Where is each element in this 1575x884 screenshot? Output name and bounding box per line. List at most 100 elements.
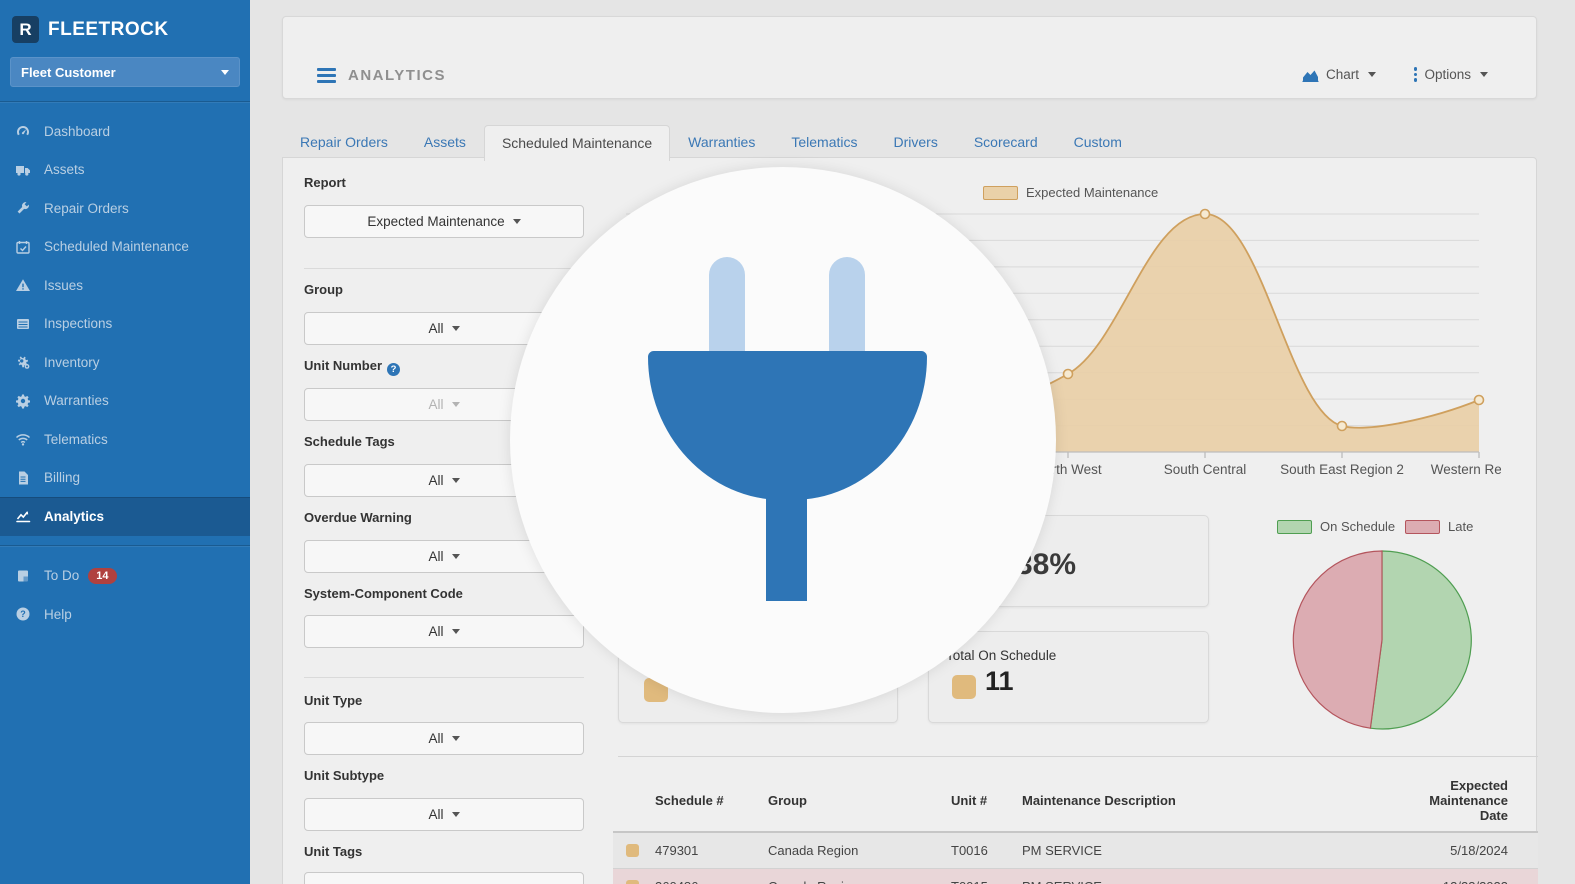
report-filter-label: Report — [304, 175, 346, 190]
sidebar-item-label: Dashboard — [44, 124, 110, 139]
sidebar-item-issues[interactable]: Issues — [0, 266, 250, 305]
sidebar-item-label: Telematics — [44, 432, 108, 447]
sidebar-item-label: Billing — [44, 470, 80, 485]
data-point-south-east-region-2[interactable] — [1338, 422, 1347, 431]
tab-assets[interactable]: Assets — [406, 124, 484, 160]
brand-name: FLEETROCK — [48, 19, 169, 41]
tab-telematics[interactable]: Telematics — [773, 124, 875, 160]
table-row[interactable]: 360486 Canada Region T0015 PM SERVICE 12… — [613, 869, 1538, 884]
wifi-icon — [15, 431, 31, 447]
unit-tags-filter-label: Unit Tags — [304, 844, 362, 859]
unit-subtype-filter-value: All — [428, 807, 443, 822]
pie-slice-on-schedule[interactable] — [1370, 551, 1471, 729]
sidebar-item-scheduled-maintenance[interactable]: Scheduled Maintenance — [0, 228, 250, 267]
sidebar-item-label: Analytics — [44, 509, 104, 524]
tab-repair-orders[interactable]: Repair Orders — [282, 124, 406, 160]
hamburger-menu-icon[interactable] — [317, 68, 336, 86]
chart-dropdown-label: Chart — [1326, 67, 1359, 82]
report-filter-select[interactable]: Expected Maintenance — [304, 205, 584, 238]
caret-down-icon — [452, 478, 460, 483]
svg-text:?: ? — [20, 609, 26, 619]
on-schedule-pie-chart — [1287, 545, 1477, 735]
caret-down-icon — [452, 812, 460, 817]
sidebar-item-help[interactable]: ? Help — [0, 595, 250, 634]
area-fill — [981, 214, 1479, 452]
pie-slice-late[interactable] — [1293, 551, 1382, 728]
sidebar-item-billing[interactable]: Billing — [0, 459, 250, 498]
options-dropdown[interactable]: Options — [1414, 67, 1488, 82]
sidebar-item-inspections[interactable]: Inspections — [0, 305, 250, 344]
tab-warranties[interactable]: Warranties — [670, 124, 773, 160]
unit-type-filter-select[interactable]: All — [304, 722, 584, 755]
system-component-code-filter-label: System-Component Code — [304, 586, 463, 601]
caret-down-icon — [221, 70, 229, 75]
total-on-schedule-label: Total On Schedule — [946, 648, 1056, 663]
calendar-check-icon — [15, 239, 31, 255]
plug-prong-left — [709, 257, 745, 354]
col-description[interactable]: Maintenance Description — [1016, 770, 1396, 832]
brand: R FLEETROCK — [0, 0, 250, 53]
cell-description: PM SERVICE — [1016, 832, 1396, 869]
caret-down-icon — [452, 326, 460, 331]
chart-dropdown[interactable]: Chart — [1302, 67, 1376, 82]
table-row[interactable]: 479301 Canada Region T0016 PM SERVICE 5/… — [613, 832, 1538, 869]
col-schedule[interactable]: Schedule # — [649, 770, 762, 832]
col-unit[interactable]: Unit # — [945, 770, 1016, 832]
unit-subtype-filter-label: Unit Subtype — [304, 768, 384, 783]
line-chart-icon — [15, 508, 31, 524]
cog-icon — [15, 393, 31, 409]
warning-triangle-icon — [15, 277, 31, 293]
col-expected-date[interactable]: Expected Maintenance Date — [1396, 770, 1538, 832]
app-window: R FLEETROCK Fleet Customer Dashboard Ass… — [0, 0, 1575, 884]
help-circle-icon[interactable]: ? — [387, 363, 400, 376]
list-icon — [15, 316, 31, 332]
customer-select[interactable]: Fleet Customer — [10, 57, 240, 87]
total-on-schedule-value: 11 — [985, 666, 1014, 697]
sidebar-item-warranties[interactable]: Warranties — [0, 382, 250, 421]
sidebar-item-analytics[interactable]: Analytics — [0, 497, 250, 536]
system-component-code-filter-value: All — [428, 624, 443, 639]
data-point-north-west[interactable] — [1064, 370, 1073, 379]
sidebar-item-repair-orders[interactable]: Repair Orders — [0, 189, 250, 228]
sidebar-item-label: Issues — [44, 278, 83, 293]
sidebar-item-dashboard[interactable]: Dashboard — [0, 112, 250, 151]
gears-icon — [15, 354, 31, 370]
sidebar-item-inventory[interactable]: Inventory — [0, 343, 250, 382]
tab-drivers[interactable]: Drivers — [875, 124, 955, 160]
sidebar-item-label: Assets — [44, 162, 85, 177]
unit-type-filter-label: Unit Type — [304, 693, 362, 708]
todo-count-badge: 14 — [88, 568, 116, 584]
tab-scheduled-maintenance[interactable]: Scheduled Maintenance — [484, 125, 670, 161]
caret-down-icon — [1480, 72, 1488, 77]
col-group[interactable]: Group — [762, 770, 945, 832]
cell-unit: T0015 — [945, 869, 1016, 884]
data-point-south-central[interactable] — [1201, 210, 1210, 219]
expected-maintenance-table: Schedule # Group Unit # Maintenance Desc… — [613, 770, 1538, 884]
sidebar-item-label: Scheduled Maintenance — [44, 239, 189, 254]
unit-subtype-filter-select[interactable]: All — [304, 798, 584, 831]
sidebar-item-assets[interactable]: Assets — [0, 151, 250, 190]
group-filter-label: Group — [304, 282, 343, 297]
sidebar-item-telematics[interactable]: Telematics — [0, 420, 250, 459]
legend-label: Late — [1448, 519, 1473, 534]
schedule-tags-filter-value: All — [428, 473, 443, 488]
cell-schedule: 360486 — [649, 869, 762, 884]
unit-tags-filter-select[interactable] — [304, 872, 584, 884]
group-filter-value: All — [428, 321, 443, 336]
system-component-code-filter-select[interactable]: All — [304, 615, 584, 648]
schedule-tags-filter-label: Schedule Tags — [304, 434, 395, 449]
page-title: ANALYTICS — [348, 67, 446, 84]
data-point-western-region[interactable] — [1475, 396, 1484, 405]
analytics-tabs: Repair Orders Assets Scheduled Maintenan… — [282, 124, 1140, 160]
sidebar-item-todo[interactable]: To Do 14 — [0, 557, 250, 596]
area-chart-icon — [1302, 68, 1319, 82]
pie-legend-late: Late — [1405, 519, 1473, 534]
unit-number-filter-value: All — [428, 397, 443, 412]
brand-logo-icon: R — [12, 16, 39, 43]
legend-swatch-on-schedule — [1277, 520, 1312, 534]
tab-custom[interactable]: Custom — [1056, 124, 1140, 160]
tab-scorecard[interactable]: Scorecard — [956, 124, 1056, 160]
sidebar-item-label: To Do — [44, 568, 79, 583]
filter-divider — [304, 677, 584, 678]
cell-description: PM SERVICE — [1016, 869, 1396, 884]
